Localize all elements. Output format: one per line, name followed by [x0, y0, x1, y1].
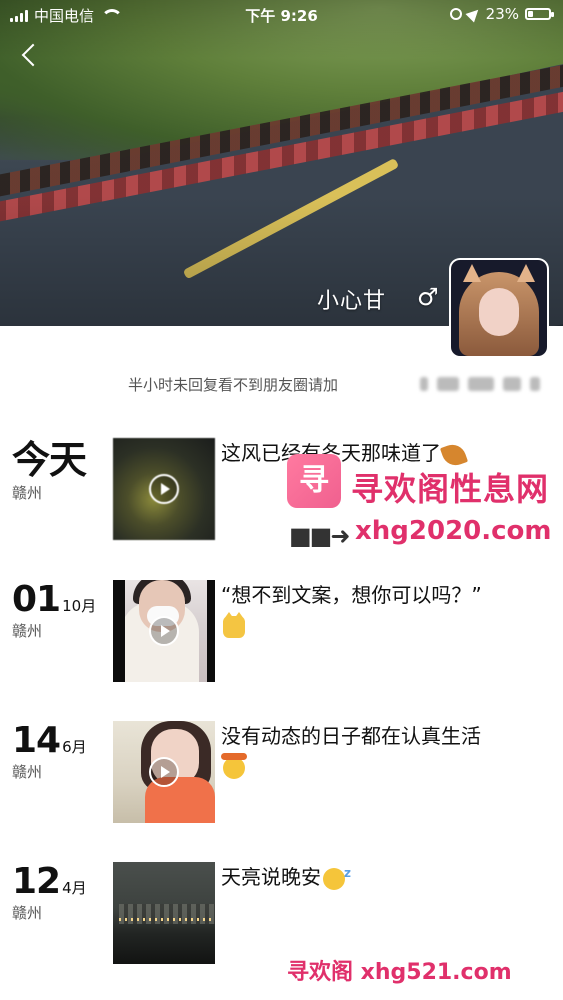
moment-day: 12 [12, 861, 61, 902]
watermark-logo: 寻欢 [287, 454, 341, 552]
profile-signature: 半小时未回复看不到朋友圈请加 [128, 376, 339, 394]
moment-month: 6月 [62, 738, 87, 756]
moment-day: 今天 [12, 438, 87, 482]
moment-text[interactable]: 没有动态的日子都在认真生活 [221, 721, 541, 781]
moment-video-thumb[interactable] [113, 721, 215, 823]
location-icon [465, 5, 483, 23]
profile-nickname: 小心甘 [317, 289, 387, 314]
moment-month: 4月 [62, 879, 87, 897]
status-right: 23% [449, 5, 554, 23]
moment-date: 今天 [12, 438, 87, 482]
sweat-emoji-icon [221, 752, 247, 779]
moment-video-thumb[interactable] [113, 438, 215, 540]
cat-icon [223, 611, 245, 638]
moment-month: 10月 [62, 597, 97, 615]
moment-place: 赣州 [12, 484, 43, 502]
avatar[interactable] [451, 260, 547, 356]
moment-place: 赣州 [12, 622, 43, 640]
moment-place: 赣州 [12, 763, 43, 781]
moment-video-thumb[interactable] [113, 580, 215, 682]
moment-day: 14 [12, 720, 61, 761]
moment-item[interactable]: 14 6月 赣州 没有动态的日子都在认真生活 [0, 721, 563, 831]
moment-date: 14 6月 [12, 721, 87, 761]
watermark-bottom: 寻欢阁 xhg521.com [287, 960, 512, 985]
battery-icon [525, 8, 554, 20]
watermark: 寻欢 寻欢阁性息网 ■■➜ xhg2020.com [287, 454, 557, 554]
moment-item[interactable]: 01 10月 赣州 “想不到文案，想你可以吗？” [0, 580, 563, 690]
play-icon [149, 616, 179, 646]
sleeping-emoji-icon [323, 858, 351, 890]
watermark-arrow-icon: ■■➜ [289, 522, 350, 550]
moment-day: 01 [12, 579, 61, 620]
moment-text[interactable]: 天亮说晚安 [221, 858, 541, 892]
moment-text[interactable]: “想不到文案，想你可以吗？” [221, 580, 541, 640]
blurred-contact [420, 377, 540, 391]
moment-date: 01 10月 [12, 580, 96, 620]
watermark-url: xhg2020.com [355, 516, 552, 546]
play-icon [149, 757, 179, 787]
battery-percent: 23% [485, 5, 519, 23]
moment-place: 赣州 [12, 904, 43, 922]
play-icon [149, 474, 179, 504]
back-button[interactable] [16, 42, 44, 70]
male-icon: ♂ [417, 283, 439, 311]
status-bar: 中国电信 下午 9:26 23% [0, 0, 563, 30]
moment-date: 12 4月 [12, 862, 87, 902]
watermark-title: 寻欢阁性息网 [351, 470, 550, 508]
rotation-lock-icon [449, 8, 462, 20]
moment-image-thumb[interactable] [113, 862, 215, 964]
